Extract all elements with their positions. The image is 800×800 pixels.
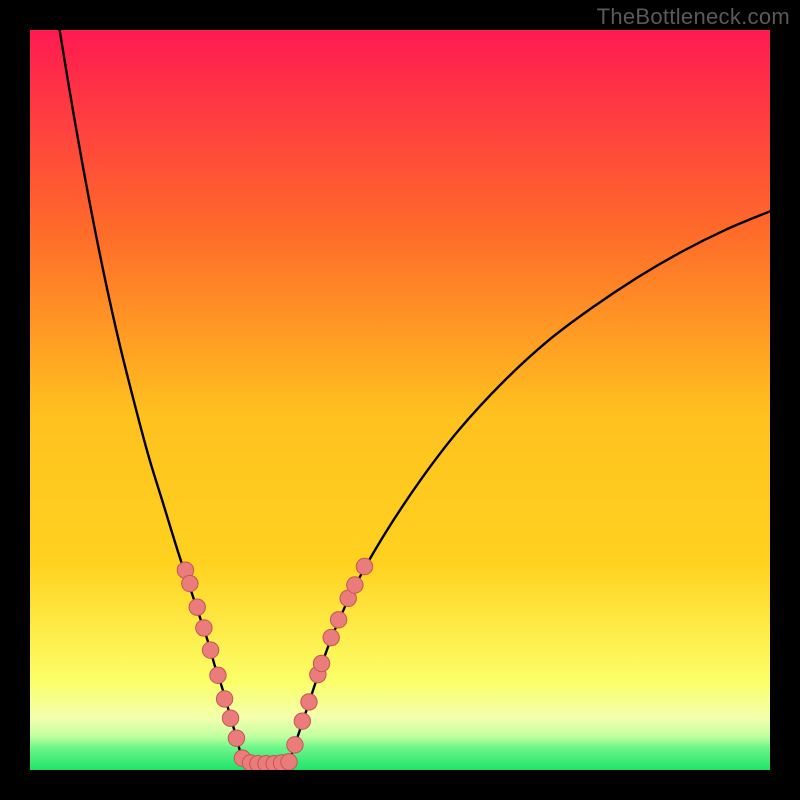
highlight-dot: [222, 710, 238, 726]
highlight-dot: [189, 599, 205, 615]
highlight-dot: [287, 737, 303, 753]
highlight-dot: [196, 620, 212, 636]
highlight-dot: [210, 667, 226, 683]
watermark-text: TheBottleneck.com: [597, 4, 790, 30]
bottleneck-curve: [60, 30, 770, 764]
chart-svg: [30, 30, 770, 770]
highlight-dots-group: [177, 558, 372, 770]
highlight-dot: [301, 694, 317, 710]
highlight-dot: [356, 558, 372, 574]
highlight-dot: [347, 577, 363, 593]
highlight-dot: [281, 754, 297, 770]
highlight-dot: [313, 655, 329, 671]
highlight-dot: [182, 575, 198, 591]
highlight-dot: [294, 713, 310, 729]
highlight-dot: [202, 642, 218, 658]
plot-area: [30, 30, 770, 770]
highlight-dot: [228, 730, 244, 746]
outer-frame: TheBottleneck.com: [0, 0, 800, 800]
highlight-dot: [330, 612, 346, 628]
highlight-dot: [216, 691, 232, 707]
highlight-dot: [323, 629, 339, 645]
